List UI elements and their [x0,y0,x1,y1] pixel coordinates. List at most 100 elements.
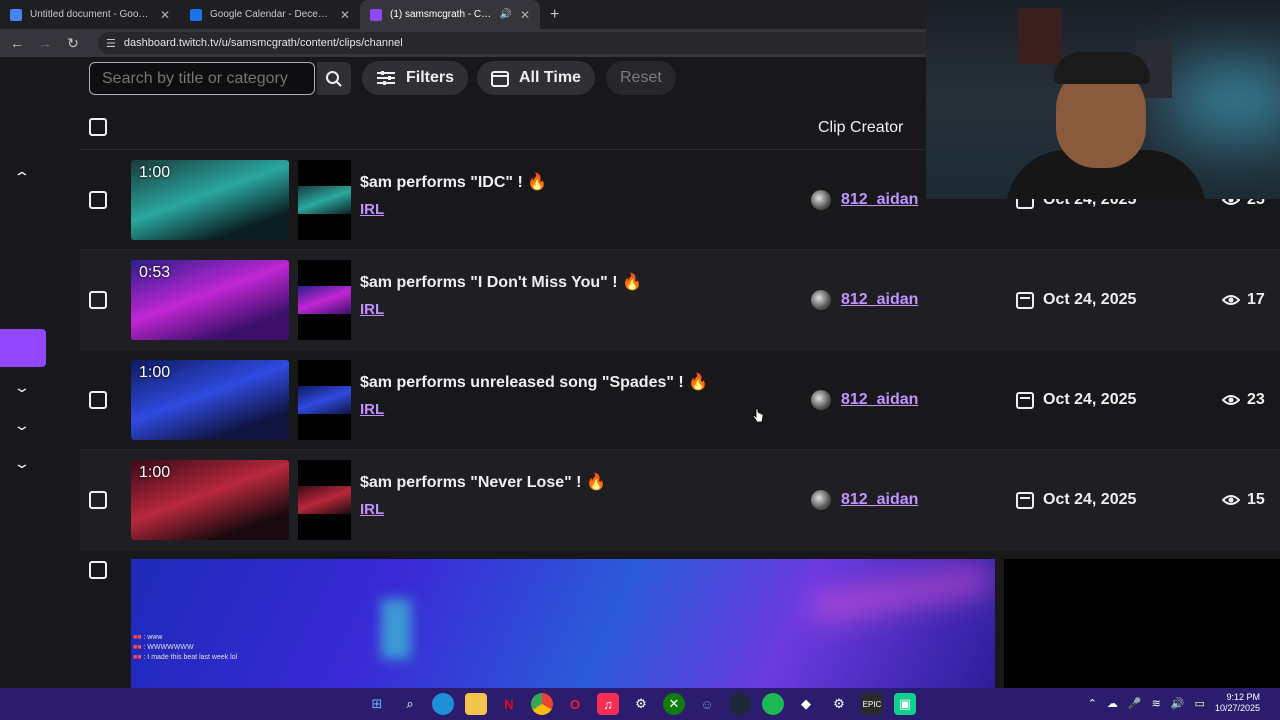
clip-thumbnail[interactable]: 1:00 [131,160,289,240]
app-icon[interactable]: ▣ [894,693,916,715]
spotify-icon[interactable] [762,693,784,715]
clip-category[interactable]: IRL [360,401,384,418]
close-icon[interactable]: ✕ [520,8,530,22]
reload-icon[interactable]: ↻ [64,35,82,52]
edge-icon[interactable] [432,693,454,715]
creator-link[interactable]: 812_aidan [841,491,918,509]
microphone-icon[interactable]: 🎤 [1128,697,1142,710]
clip-date: Oct 24, 2025 [1043,391,1137,408]
clip-preview [298,460,351,540]
settings-icon[interactable]: ⚙ [828,693,850,715]
row-checkbox[interactable] [89,391,107,409]
row-checkbox[interactable] [89,291,107,309]
avatar [811,390,831,410]
fire-icon: 🔥 [688,374,709,391]
creator-link[interactable]: 812_aidan [841,191,918,209]
file-explorer-icon[interactable] [465,693,487,715]
chevron-down-icon[interactable]: ⌄ [13,379,31,396]
tab-google-docs[interactable]: Untitled document - Google Docs ✕ [0,0,180,29]
site-info-icon[interactable]: ☰ [106,37,116,50]
eye-icon [1222,395,1240,405]
close-icon[interactable]: ✕ [160,8,170,22]
webcam-overlay [926,0,1280,199]
chat-line: ■■ : WWWWWWW [133,644,194,651]
discord-icon[interactable]: ☺ [696,693,718,715]
clip-category[interactable]: IRL [360,201,384,218]
select-all-checkbox[interactable] [89,118,107,136]
table-row[interactable]: 0:53 $am performs "I Don't Miss You" ! 🔥… [80,250,1280,350]
reset-button[interactable]: Reset [606,61,676,95]
close-icon[interactable]: ✕ [340,8,350,22]
creator-link[interactable]: 812_aidan [841,291,918,309]
clip-title[interactable]: $am performs "Never Lose" ! 🔥 [360,472,606,492]
player-light [809,563,993,625]
table-row[interactable]: 1:00 $am performs unreleased song "Spade… [80,350,1280,450]
search-input[interactable] [89,62,315,95]
calendar-icon [491,70,509,87]
clip-player[interactable]: ■■ : www ■■ : WWWWWWW ■■ : I made this b… [131,559,995,688]
back-icon[interactable]: ← [8,35,26,51]
view-count: 23 [1247,391,1265,408]
filters-button[interactable]: Filters [362,61,469,95]
expanded-clip-row: ■■ : www ■■ : WWWWWWW ■■ : I made this b… [80,559,1280,688]
search-icon[interactable]: ⌕ [399,693,421,715]
chat-overlay: ■■ : www ■■ : WWWWWWW ■■ : I made this b… [133,633,237,663]
time-range-button[interactable]: All Time [477,61,595,95]
view-count: 15 [1247,491,1265,508]
chrome-icon[interactable] [531,693,553,715]
forward-icon[interactable]: → [36,35,54,51]
clip-category[interactable]: IRL [360,501,384,518]
battery-icon[interactable]: ▭ [1195,697,1205,710]
chevron-down-icon[interactable]: ⌄ [13,417,31,434]
netflix-icon[interactable]: N [498,693,520,715]
steam-icon[interactable] [729,693,751,715]
calendar-icon [1016,292,1034,309]
webcam-poster [1018,8,1062,64]
new-tab-button[interactable]: + [540,6,569,24]
clip-title[interactable]: $am performs "I Don't Miss You" ! 🔥 [360,272,642,292]
clip-thumbnail[interactable]: 1:00 [131,460,289,540]
clip-thumbnail[interactable]: 1:00 [131,360,289,440]
wifi-icon[interactable]: ≋ [1152,697,1161,710]
app-icon[interactable]: ⚙ [630,693,652,715]
calendar-icon [1016,492,1034,509]
twitch-icon [370,8,382,21]
chevron-down-icon[interactable]: ⌄ [13,455,31,472]
row-checkbox[interactable] [89,561,107,579]
epic-games-icon[interactable]: EPIC [861,693,883,715]
clip-title[interactable]: $am performs unreleased song "Spades" ! … [360,372,708,392]
chevron-up-icon[interactable]: ⌃ [1088,697,1097,710]
onedrive-icon[interactable]: ☁ [1107,697,1118,710]
sidebar-active-item[interactable] [0,329,46,367]
chat-user: ■■ [133,634,142,641]
time-range-label: All Time [519,69,581,86]
opera-icon[interactable]: O [564,693,586,715]
music-icon[interactable]: ♫ [597,693,619,715]
row-checkbox[interactable] [89,491,107,509]
search-icon [326,70,342,87]
clip-category[interactable]: IRL [360,301,384,318]
clock[interactable]: 9:12 PM 10/27/2025 [1215,692,1260,714]
tab-title: Untitled document - Google Docs [30,9,152,20]
fire-icon: 🔥 [622,274,642,291]
column-header-creator[interactable]: Clip Creator [818,119,903,137]
clip-thumbnail[interactable]: 0:53 [131,260,289,340]
creator-link[interactable]: 812_aidan [841,391,918,409]
row-checkbox[interactable] [89,191,107,209]
player-light [381,599,411,659]
tab-google-calendar[interactable]: Google Calendar - December 2025 ✕ [180,0,360,29]
windows-start-icon[interactable]: ⊞ [366,693,388,715]
table-row[interactable]: 1:00 $am performs "Never Lose" ! 🔥 IRL 8… [80,450,1280,550]
xbox-icon[interactable]: ✕ [663,693,685,715]
tab-title: (1) samsmcgrath - Clips Manager [390,9,492,20]
volume-icon[interactable]: 🔊 [1171,697,1185,710]
app-icon[interactable]: ◆ [795,693,817,715]
speaker-icon[interactable]: 🔊 [499,9,511,20]
clip-preview [298,260,351,340]
chevron-up-icon[interactable]: ⌃ [13,169,31,186]
tab-clips-manager[interactable]: (1) samsmcgrath - Clips Manager 🔊 ✕ [360,0,540,29]
clip-duration: 1:00 [139,464,171,481]
hand-cursor-icon [752,408,764,423]
search-button[interactable] [317,62,351,95]
clip-title[interactable]: $am performs "IDC" ! 🔥 [360,172,547,192]
